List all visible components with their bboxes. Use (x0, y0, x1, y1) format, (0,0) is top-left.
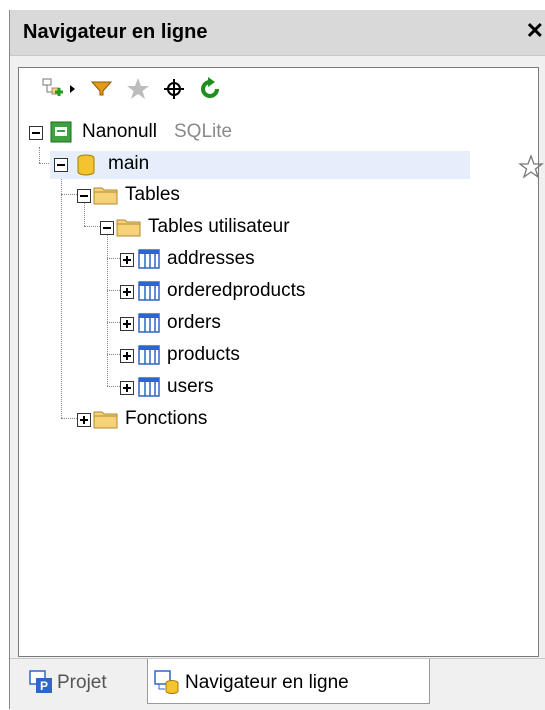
table-label: products (167, 344, 240, 365)
online-browser-panel: Navigateur en ligne ✕ Nanonull SQLite ma… (9, 10, 545, 710)
expand-toggle[interactable] (77, 413, 91, 427)
tree-line (84, 226, 100, 227)
browser-content: Nanonull SQLite main Tables Tables utili… (18, 67, 544, 657)
add-object-icon[interactable] (41, 76, 67, 102)
root-name: Nanonull (82, 121, 157, 142)
table-label: orderedproducts (167, 280, 306, 301)
table-icon (138, 249, 160, 269)
table-label: addresses (167, 248, 255, 269)
svg-text:P: P (40, 679, 48, 693)
collapse-toggle[interactable] (29, 126, 43, 140)
expand-toggle[interactable] (120, 317, 134, 331)
tree-item-table[interactable]: users (120, 374, 420, 402)
locate-icon[interactable] (161, 76, 187, 102)
table-label: orders (167, 312, 221, 333)
folder-icon (116, 216, 142, 238)
table-icon (138, 345, 160, 365)
filter-icon[interactable] (89, 76, 115, 102)
tree-item-user-tables[interactable]: Tables utilisateur (100, 214, 400, 242)
table-icon (138, 281, 160, 301)
root-kind: SQLite (174, 121, 233, 142)
database-label: main (108, 153, 150, 174)
tree-item-table[interactable]: orders (120, 310, 420, 338)
expand-toggle[interactable] (120, 381, 134, 395)
folder-label: Tables (125, 184, 180, 205)
expand-toggle[interactable] (120, 349, 134, 363)
tree-line (107, 290, 120, 291)
expand-toggle[interactable] (120, 253, 134, 267)
tree-line (39, 147, 40, 163)
table-label: users (167, 376, 214, 397)
tree-item-functions[interactable]: Fonctions (77, 406, 297, 434)
tree-item-main[interactable]: main (50, 151, 470, 179)
tree-line (107, 234, 108, 386)
tab-project[interactable]: P Projet (20, 659, 144, 703)
refresh-icon[interactable] (197, 76, 223, 102)
database-icon (76, 153, 96, 177)
favorite-star-icon[interactable] (518, 154, 544, 180)
panel-tabbar: P Projet Navigateur en ligne (10, 658, 545, 710)
tree-item-table[interactable]: products (120, 342, 420, 370)
folder-label: Tables utilisateur (148, 216, 290, 237)
panel-titlebar: Navigateur en ligne ✕ (10, 10, 545, 56)
folder-icon (93, 408, 119, 430)
table-icon (138, 377, 160, 397)
tree-root-nanonull[interactable]: Nanonull SQLite (29, 119, 309, 147)
sqlite-connection-icon (50, 121, 72, 143)
project-icon: P (29, 670, 53, 694)
tree-line (61, 418, 77, 419)
expand-toggle[interactable] (120, 285, 134, 299)
close-icon[interactable]: ✕ (526, 18, 544, 44)
tree-item-table[interactable]: orderedproducts (120, 278, 420, 306)
dropdown-arrow-icon[interactable] (67, 76, 79, 102)
tree-line (107, 354, 120, 355)
tree-line (61, 171, 62, 418)
tree-item-table[interactable]: addresses (120, 246, 420, 274)
folder-icon (93, 184, 119, 206)
favorites-star-icon[interactable] (125, 76, 151, 102)
online-browser-icon (154, 669, 180, 695)
collapse-toggle[interactable] (54, 158, 68, 172)
tab-label: Navigateur en ligne (185, 672, 349, 693)
table-icon (138, 313, 160, 333)
tree-line (107, 386, 120, 387)
tree-line (61, 194, 77, 195)
tree-item-tables[interactable]: Tables (77, 182, 277, 210)
tab-label: Projet (57, 672, 107, 693)
panel-title: Navigateur en ligne (23, 21, 208, 43)
collapse-toggle[interactable] (100, 221, 114, 235)
collapse-toggle[interactable] (77, 189, 91, 203)
folder-label: Fonctions (125, 408, 208, 429)
tree-line (107, 258, 120, 259)
tab-online-browser[interactable]: Navigateur en ligne (147, 659, 430, 704)
tree-line (107, 322, 120, 323)
